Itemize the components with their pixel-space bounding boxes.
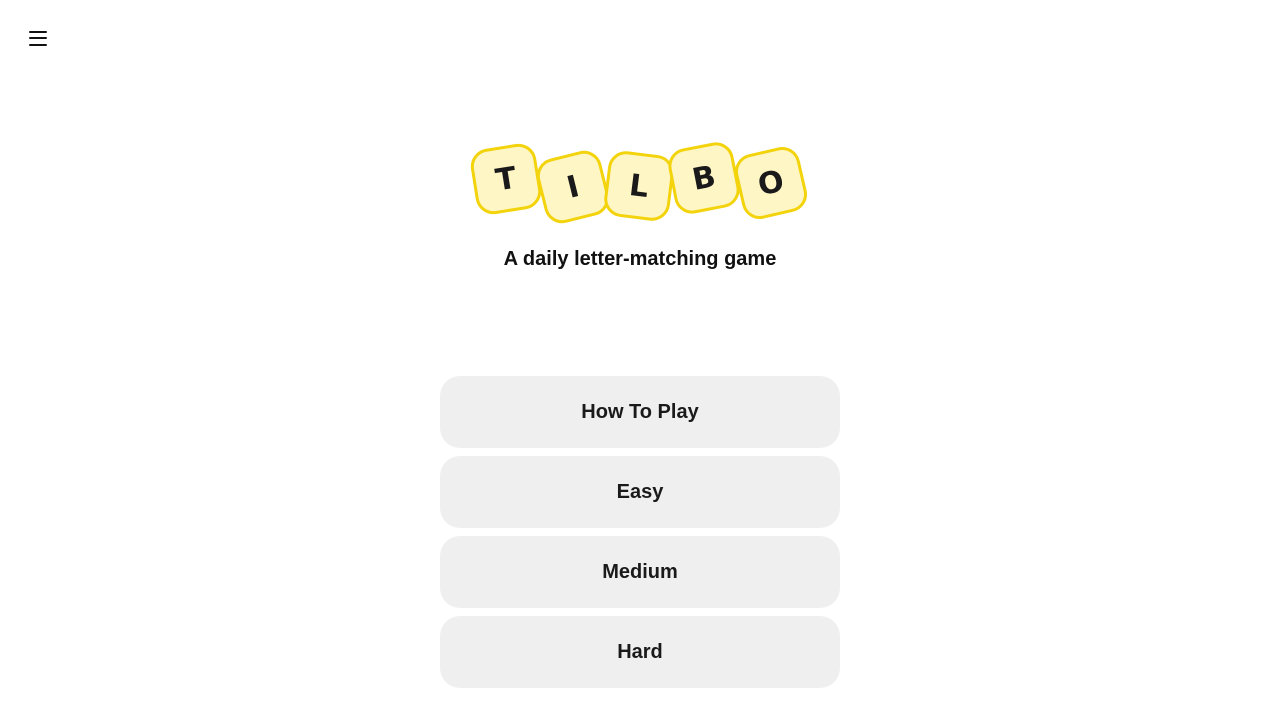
tagline: A daily letter-matching game — [503, 248, 777, 270]
hamburger-menu-button[interactable] — [22, 22, 54, 54]
logo-letter: I — [563, 168, 583, 206]
how-to-play-button[interactable]: How To Play — [440, 376, 840, 448]
logo-letter: T — [493, 160, 519, 198]
easy-button[interactable]: Easy — [440, 456, 840, 528]
hamburger-menu-icon — [29, 30, 47, 46]
hard-button[interactable]: Hard — [440, 616, 840, 688]
main-menu: How To Play Easy Medium Hard — [440, 376, 840, 696]
logo-tile-l: L — [602, 149, 676, 223]
logo-letter: L — [627, 167, 651, 205]
logo-tile-o: O — [731, 143, 811, 223]
logo-tile-t: T — [468, 141, 544, 217]
logo-letter: O — [754, 163, 788, 203]
logo-letter: B — [689, 158, 719, 198]
logo-tile-i: I — [532, 146, 614, 228]
logo-tile-b: B — [665, 139, 743, 217]
medium-button[interactable]: Medium — [440, 536, 840, 608]
tilbo-logo: T I L B O — [0, 139, 1280, 232]
